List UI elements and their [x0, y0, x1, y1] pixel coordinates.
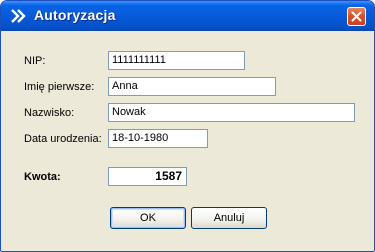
dialog-window: Autoryzacja NIP: 1111111111 Imię pierwsz…	[0, 0, 375, 252]
first-name-label: Imię pierwsze:	[24, 81, 95, 93]
title-bar[interactable]: Autoryzacja	[1, 1, 374, 31]
amount-label: Kwota:	[24, 171, 61, 183]
nip-label: NIP:	[24, 55, 46, 67]
close-button[interactable]	[347, 7, 366, 26]
nip-field[interactable]: 1111111111	[108, 51, 245, 70]
window-title: Autoryzacja	[34, 7, 116, 23]
amount-field[interactable]: 1587	[108, 167, 187, 186]
double-chevron-right-icon	[10, 7, 30, 25]
last-name-field[interactable]: Nowak	[108, 103, 355, 122]
close-x-icon	[351, 11, 362, 22]
last-name-label: Nazwisko:	[24, 107, 75, 119]
cancel-button[interactable]: Anuluj	[191, 207, 267, 229]
dialog-content: NIP: 1111111111 Imię pierwsze: Anna Nazw…	[4, 31, 371, 248]
first-name-field[interactable]: Anna	[108, 77, 276, 96]
ok-button[interactable]: OK	[110, 207, 186, 229]
birth-date-field[interactable]: 18-10-1980	[108, 129, 208, 148]
birth-date-label: Data urodzenia:	[24, 133, 102, 145]
